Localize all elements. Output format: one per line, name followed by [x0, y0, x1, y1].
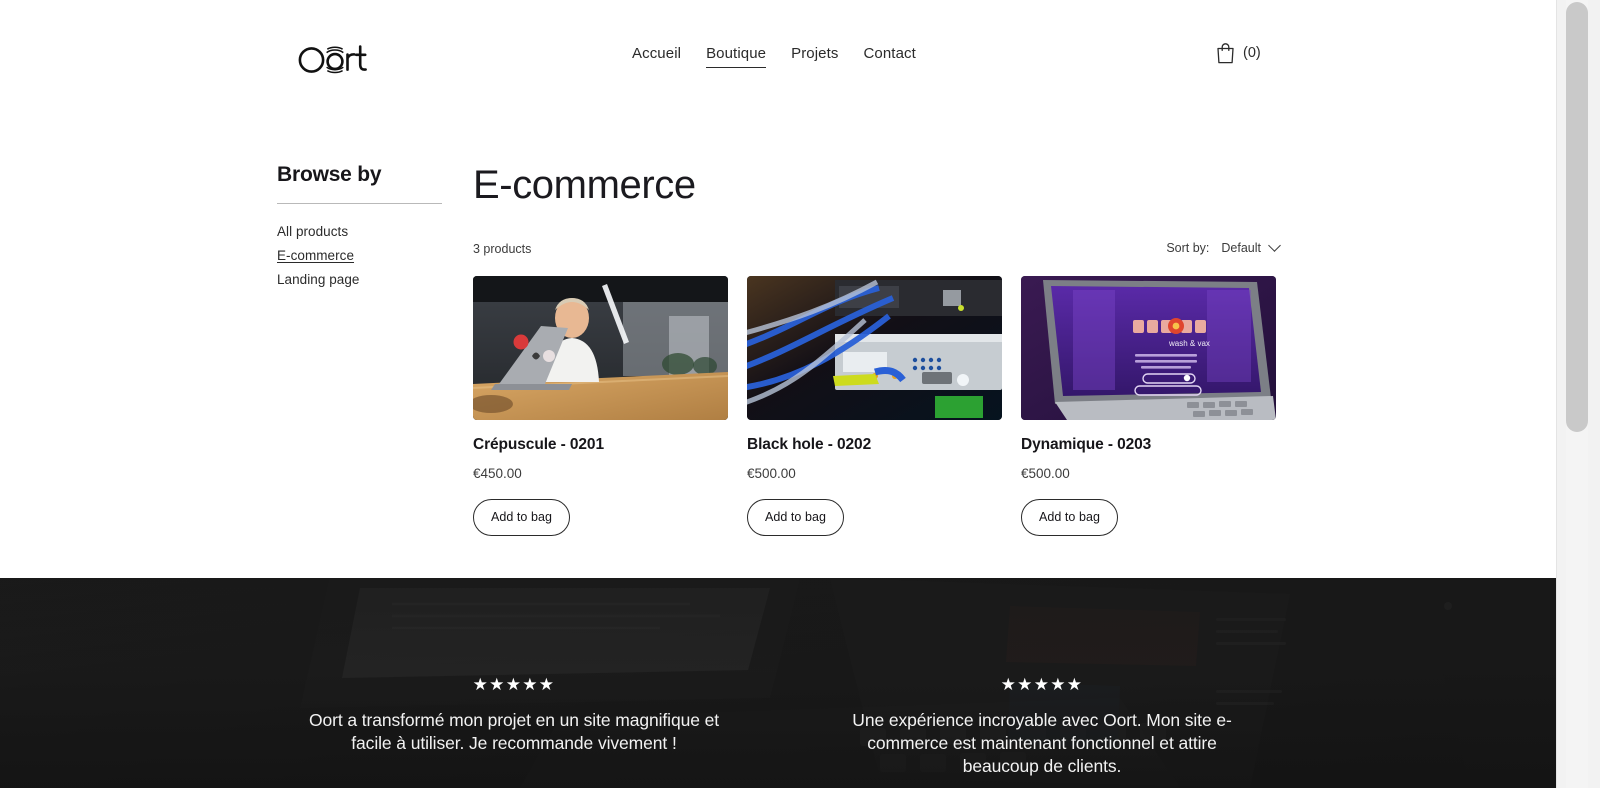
add-to-bag-button[interactable]: Add to bag: [1021, 499, 1118, 536]
rating-stars: ★★★★★: [472, 675, 556, 694]
product-listing: E-commerce 3 products Sort by: Default C…: [473, 158, 1281, 536]
product-price: €500.00: [747, 466, 796, 481]
page-scrollbar[interactable]: [1556, 0, 1600, 788]
listing-toolbar: 3 products Sort by: Default: [473, 238, 1281, 260]
product-price: €450.00: [473, 466, 522, 481]
product-name[interactable]: Crépuscule - 0201: [473, 434, 728, 456]
product-count-label: 3 products: [473, 242, 532, 256]
sidebar-link-landing-page[interactable]: Landing page: [277, 268, 359, 292]
sort-by-label: Sort by:: [1166, 241, 1210, 255]
product-card: Black hole - 0202 €500.00 Add to bag: [747, 276, 1002, 536]
testimonials-section: ★★★★★ Oort a transformé mon projet en un…: [0, 578, 1556, 788]
sidebar-link-e-commerce[interactable]: E-commerce: [277, 244, 354, 268]
chevron-down-icon: [1268, 238, 1281, 252]
sort-selected-value: Default: [1221, 241, 1261, 255]
add-to-bag-button[interactable]: Add to bag: [747, 499, 844, 536]
product-price: €500.00: [1021, 466, 1070, 481]
product-image-black-hole[interactable]: [747, 276, 1002, 420]
sidebar-link-all-products[interactable]: All products: [277, 220, 348, 244]
sidebar-title: Browse by: [277, 163, 382, 186]
scrollbar-thumb[interactable]: [1566, 2, 1588, 432]
product-image-2-illustration: [747, 276, 1002, 420]
testimonial-text: Oort a transformé mon projet en un site …: [308, 710, 720, 753]
oort-logo-icon: [298, 45, 367, 74]
add-to-bag-button[interactable]: Add to bag: [473, 499, 570, 536]
svg-text:wash & vax: wash & vax: [1168, 339, 1210, 348]
cart-count-label: (0): [1243, 45, 1261, 61]
product-grid: Crépuscule - 0201 €450.00 Add to bag Bla…: [473, 276, 1279, 536]
sidebar-item-e-commerce: E-commerce: [277, 244, 442, 268]
rating-stars: ★★★★★: [1000, 675, 1084, 694]
product-image-3-illustration: wash & vax: [1021, 276, 1276, 420]
testimonials-row: ★★★★★ Oort a transformé mon projet en un…: [0, 578, 1556, 788]
product-image-crepuscule[interactable]: [473, 276, 728, 420]
sidebar-list: All products E-commerce Landing page: [277, 220, 442, 291]
product-name[interactable]: Dynamique - 0203: [1021, 434, 1276, 456]
nav-link-projets[interactable]: Projets: [791, 44, 838, 67]
site-header: Accueil Boutique Projets Contact (0): [0, 0, 1556, 108]
product-card: wash & vax Dynamique - 0203 €500.00 Add …: [1021, 276, 1276, 536]
sort-control: Sort by: Default: [1166, 238, 1281, 258]
testimonial-item: ★★★★★ Oort a transformé mon projet en un…: [303, 675, 725, 788]
product-name[interactable]: Black hole - 0202: [747, 434, 1002, 456]
sidebar-item-all-products: All products: [277, 220, 442, 244]
nav-link-contact[interactable]: Contact: [863, 44, 915, 67]
nav-link-accueil[interactable]: Accueil: [632, 44, 681, 67]
testimonial-item: ★★★★★ Une expérience incroyable avec Oor…: [831, 675, 1253, 788]
sidebar-divider: [277, 203, 442, 204]
browse-by-sidebar: Browse by All products E-commerce Landin…: [277, 162, 442, 291]
browser-page: Accueil Boutique Projets Contact (0) Bro…: [0, 0, 1600, 788]
page-title: E-commerce: [473, 163, 696, 207]
product-image-dynamique[interactable]: wash & vax: [1021, 276, 1276, 420]
sort-select[interactable]: Default: [1221, 238, 1281, 258]
page-viewport: Accueil Boutique Projets Contact (0) Bro…: [0, 0, 1556, 788]
main-navigation: Accueil Boutique Projets Contact: [632, 44, 916, 68]
oort-logo[interactable]: [297, 29, 369, 81]
product-card: Crépuscule - 0201 €450.00 Add to bag: [473, 276, 728, 536]
product-image-1-illustration: [473, 276, 728, 420]
sidebar-item-landing-page: Landing page: [277, 268, 442, 292]
nav-link-boutique[interactable]: Boutique: [706, 44, 767, 68]
testimonial-text: Une expérience incroyable avec Oort. Mon…: [852, 710, 1232, 776]
cart-button[interactable]: (0): [1216, 42, 1261, 64]
shopping-bag-icon: [1217, 43, 1234, 64]
